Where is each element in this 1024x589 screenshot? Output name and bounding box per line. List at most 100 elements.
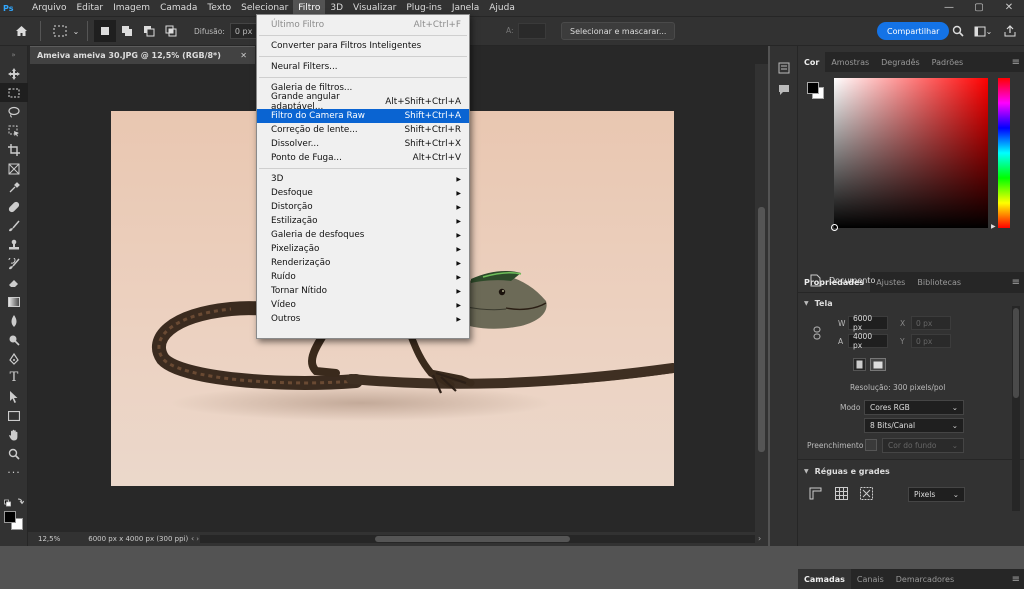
healing-brush-tool-icon[interactable] bbox=[0, 197, 28, 216]
minimize-button[interactable]: — bbox=[934, 0, 964, 16]
properties-scroll-thumb[interactable] bbox=[1013, 308, 1019, 398]
horizontal-scrollbar[interactable] bbox=[200, 535, 755, 543]
menu-item-camera-raw[interactable]: Filtro do Camera Raw Shift+Ctrl+A bbox=[257, 109, 469, 123]
pen-tool-icon[interactable] bbox=[0, 349, 28, 368]
menu-imagem[interactable]: Imagem bbox=[108, 0, 155, 16]
tab-camadas[interactable]: Camadas bbox=[798, 569, 851, 589]
path-selection-tool-icon[interactable] bbox=[0, 387, 28, 406]
marquee-tool-icon[interactable] bbox=[0, 83, 28, 102]
menu-item-smart-filters[interactable]: Converter para Filtros Inteligentes bbox=[257, 39, 469, 53]
menu-item-ruido[interactable]: Ruído ▶ bbox=[257, 270, 469, 284]
menu-item-adaptive-wide-angle[interactable]: Grande angular adaptável... Alt+Shift+Ctr… bbox=[257, 92, 469, 112]
comments-icon[interactable] bbox=[778, 84, 790, 99]
tab-padroes[interactable]: Padrões bbox=[926, 52, 970, 72]
vertical-scroll-thumb[interactable] bbox=[758, 207, 765, 452]
type-tool-icon[interactable]: T bbox=[0, 368, 28, 387]
x-input[interactable]: 0 px bbox=[911, 316, 951, 330]
color-picker-cursor[interactable] bbox=[831, 224, 838, 231]
hue-slider[interactable] bbox=[998, 78, 1010, 228]
menu-ajuda[interactable]: Ajuda bbox=[484, 0, 520, 16]
portrait-icon[interactable] bbox=[853, 358, 866, 371]
maximize-button[interactable]: ▢ bbox=[964, 0, 994, 16]
menu-camada[interactable]: Camada bbox=[155, 0, 202, 16]
tab-bibliotecas[interactable]: Bibliotecas bbox=[911, 272, 967, 292]
height-input[interactable]: 4000 px bbox=[848, 332, 888, 350]
color-picker-field[interactable] bbox=[834, 78, 988, 228]
properties-scrollbar[interactable] bbox=[1012, 306, 1020, 511]
menu-item-pixelizacao[interactable]: Pixelização ▶ bbox=[257, 242, 469, 256]
share-upload-icon[interactable] bbox=[999, 20, 1021, 42]
subtract-selection-icon[interactable] bbox=[138, 20, 160, 42]
marquee-rect-icon[interactable] bbox=[49, 20, 71, 42]
tab-demarcadores[interactable]: Demarcadores bbox=[890, 569, 960, 589]
bits-select[interactable]: 8 Bits/Canal ⌄ bbox=[864, 418, 964, 433]
document-tab[interactable]: Ameiva ameiva 30.JPG @ 12,5% (RGB/8*) ✕ bbox=[30, 46, 255, 64]
menu-item-neural-filters[interactable]: Neural Filters... bbox=[257, 60, 469, 74]
zoom-tool-icon[interactable] bbox=[0, 444, 28, 463]
section-reguas[interactable]: ▼ Réguas e grades bbox=[804, 467, 890, 476]
zoom-level[interactable]: 12,5% bbox=[38, 535, 60, 543]
largura-input[interactable] bbox=[518, 23, 546, 39]
dodge-tool-icon[interactable] bbox=[0, 330, 28, 349]
collapse-icon[interactable]: » bbox=[0, 46, 27, 64]
landscape-icon[interactable] bbox=[870, 358, 886, 371]
units-select[interactable]: Pixels ⌄ bbox=[908, 487, 965, 502]
lasso-tool-icon[interactable] bbox=[0, 102, 28, 121]
gradient-tool-icon[interactable] bbox=[0, 292, 28, 311]
tab-canais[interactable]: Canais bbox=[851, 569, 890, 589]
panel-menu-icon[interactable]: ≡ bbox=[1012, 574, 1020, 585]
scroll-left-arrow-icon[interactable]: ‹ bbox=[191, 534, 194, 543]
width-input[interactable]: 6000 px bbox=[848, 314, 888, 332]
menu-item-3d[interactable]: 3D ▶ bbox=[257, 172, 469, 186]
crop-tool-icon[interactable] bbox=[0, 140, 28, 159]
menu-item-desfoque[interactable]: Desfoque ▶ bbox=[257, 186, 469, 200]
color-fg-swatch[interactable] bbox=[807, 82, 819, 94]
fill-swatch[interactable] bbox=[865, 439, 877, 451]
menu-item-outros[interactable]: Outros ▶ bbox=[257, 312, 469, 326]
scroll-right-arrow-icon[interactable]: › bbox=[758, 534, 761, 543]
menu-item-vanishing-point[interactable]: Ponto de Fuga... Alt+Ctrl+V bbox=[257, 151, 469, 165]
rectangle-tool-icon[interactable] bbox=[0, 406, 28, 425]
foreground-color-swatch[interactable] bbox=[4, 511, 16, 523]
menu-item-estilizacao[interactable]: Estilização ▶ bbox=[257, 214, 469, 228]
new-selection-icon[interactable] bbox=[94, 20, 116, 42]
chevron-down-icon[interactable]: ⌄ bbox=[71, 20, 81, 42]
tab-cor[interactable]: Cor bbox=[798, 52, 826, 72]
menu-item-last-filter[interactable]: Último Filtro Alt+Ctrl+F bbox=[257, 18, 469, 32]
close-tab-icon[interactable]: ✕ bbox=[240, 51, 247, 60]
move-tool-icon[interactable] bbox=[0, 64, 28, 83]
frame-tool-icon[interactable] bbox=[0, 159, 28, 178]
menu-item-renderizacao[interactable]: Renderização ▶ bbox=[257, 256, 469, 270]
menu-item-video[interactable]: Vídeo ▶ bbox=[257, 298, 469, 312]
chevron-right-icon[interactable]: › bbox=[196, 535, 199, 543]
search-icon[interactable] bbox=[947, 20, 969, 42]
select-and-mask-button[interactable]: Selecionar e mascarar... bbox=[561, 22, 676, 40]
brush-tool-icon[interactable] bbox=[0, 216, 28, 235]
panel-menu-icon[interactable]: ≡ bbox=[1012, 277, 1020, 288]
clone-stamp-tool-icon[interactable] bbox=[0, 235, 28, 254]
menu-item-distorcao[interactable]: Distorção ▶ bbox=[257, 200, 469, 214]
menu-texto[interactable]: Texto bbox=[202, 0, 236, 16]
hand-tool-icon[interactable] bbox=[0, 425, 28, 444]
menu-item-tornar-nitido[interactable]: Tornar Nítido ▶ bbox=[257, 284, 469, 298]
close-button[interactable]: ✕ bbox=[994, 0, 1024, 16]
section-tela[interactable]: ▼ Tela bbox=[804, 299, 833, 308]
y-input[interactable]: 0 px bbox=[911, 334, 951, 348]
fill-select[interactable]: Cor do fundo ⌄ bbox=[882, 438, 964, 453]
share-button[interactable]: Compartilhar bbox=[877, 22, 950, 40]
vertical-scrollbar[interactable] bbox=[755, 64, 768, 532]
grid-icon[interactable] bbox=[835, 487, 848, 503]
swap-colors-icon[interactable] bbox=[4, 497, 25, 508]
history-brush-tool-icon[interactable] bbox=[0, 254, 28, 273]
menu-item-lens-correction[interactable]: Correção de lente... Shift+Ctrl+R bbox=[257, 123, 469, 137]
hue-slider-handle-icon[interactable]: ▶ bbox=[991, 223, 996, 230]
object-selection-tool-icon[interactable] bbox=[0, 121, 28, 140]
link-icon[interactable] bbox=[813, 326, 821, 343]
intersect-selection-icon[interactable] bbox=[160, 20, 182, 42]
eraser-tool-icon[interactable] bbox=[0, 273, 28, 292]
properties-panel-icon[interactable] bbox=[778, 62, 790, 77]
tab-ajustes[interactable]: Ajustes bbox=[870, 272, 911, 292]
menu-item-liquify[interactable]: Dissolver... Shift+Ctrl+X bbox=[257, 137, 469, 151]
menu-arquivo[interactable]: Arquivo bbox=[27, 0, 71, 16]
chevron-down-icon[interactable]: ⌄ bbox=[983, 20, 995, 42]
